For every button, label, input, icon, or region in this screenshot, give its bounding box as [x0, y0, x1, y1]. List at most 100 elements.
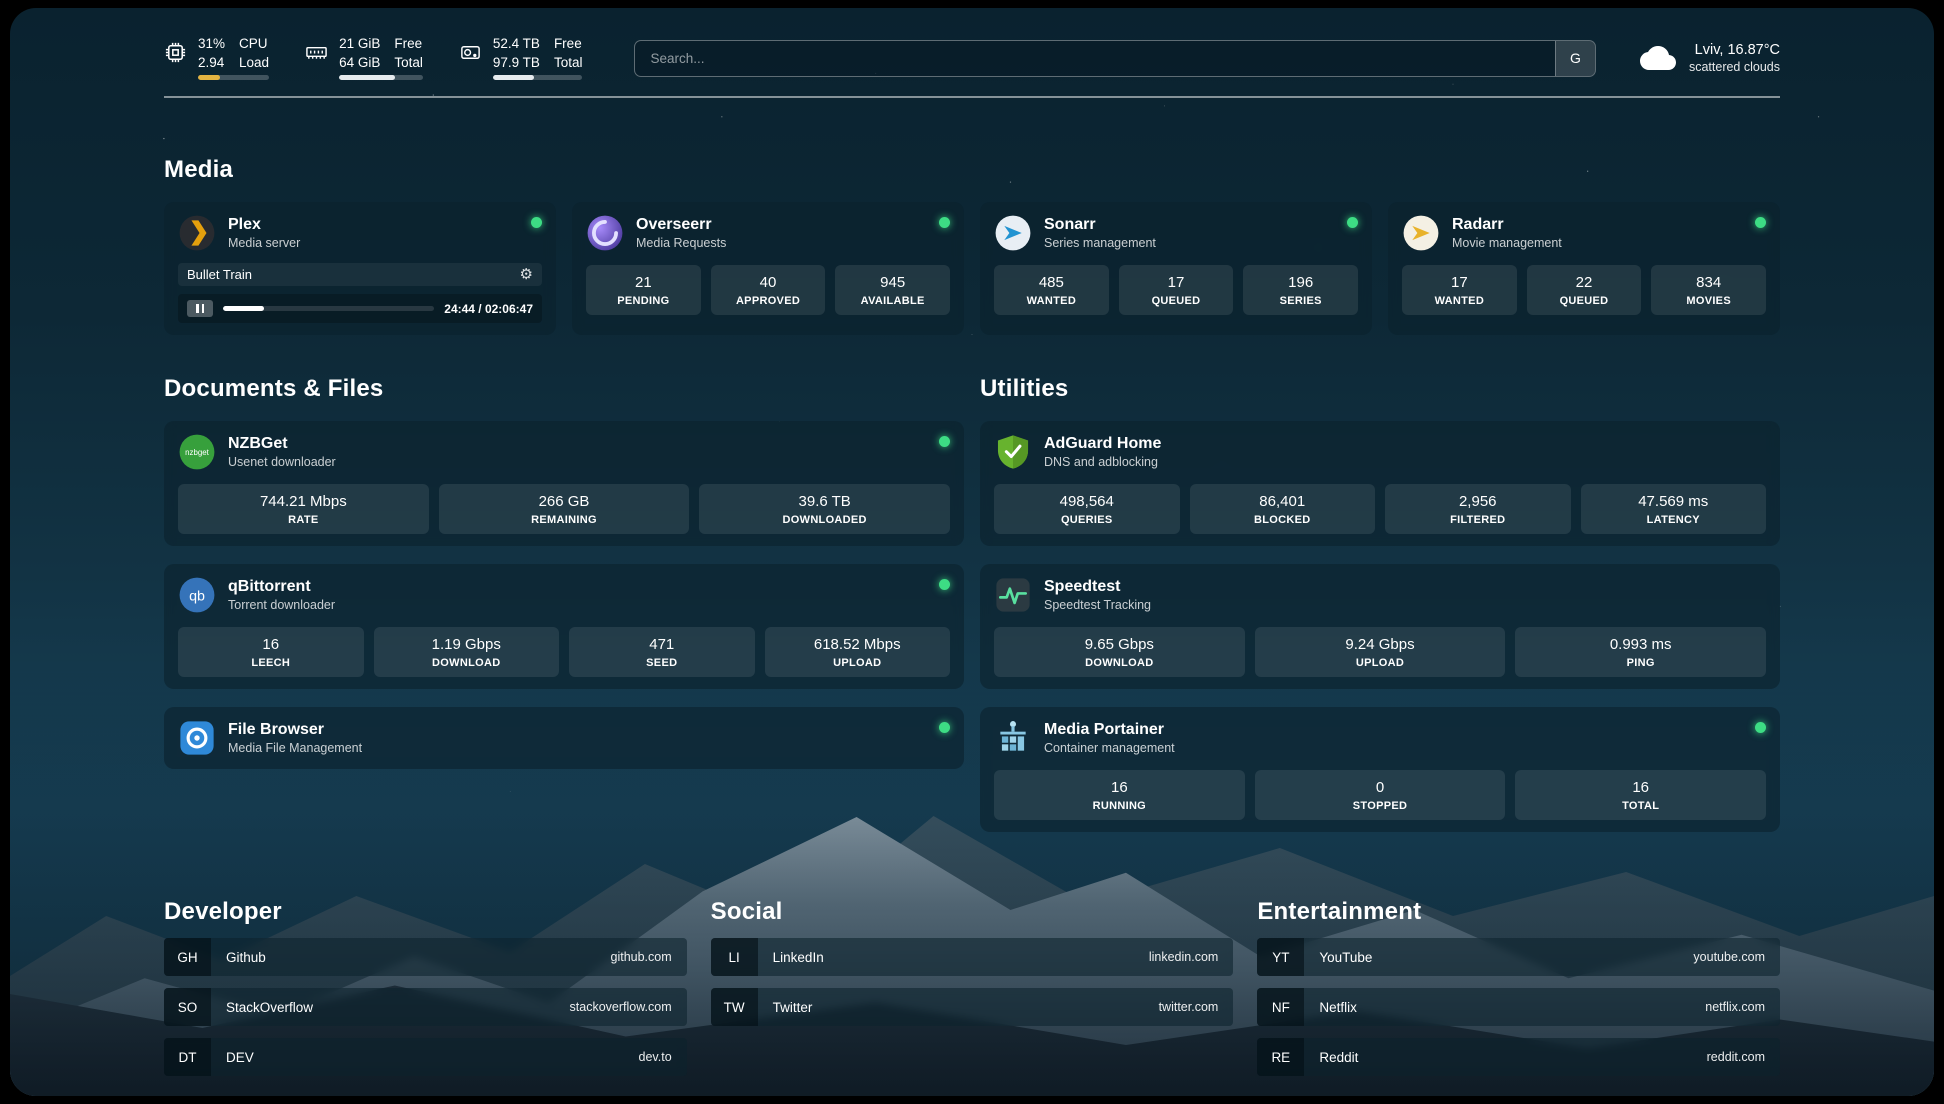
qbittorrent-app-link[interactable]: qb qBittorrent Torrent downloader [178, 576, 950, 614]
bookmark-url: stackoverflow.com [570, 1000, 687, 1014]
bookmark-abbr: DT [164, 1038, 211, 1076]
search-engine-button[interactable]: G [1555, 41, 1595, 76]
media-section-title: Media [164, 156, 1780, 184]
stat-pending: 21 PENDING [586, 265, 701, 315]
entertainment-section-title: Entertainment [1257, 898, 1780, 926]
adguard-app-link[interactable]: AdGuard Home DNS and adblocking [994, 433, 1766, 471]
social-section-title: Social [711, 898, 1234, 926]
section-media: Media Plex Media server [164, 156, 1780, 335]
app-subtitle: DNS and adblocking [1044, 455, 1766, 469]
cpu-percent: 31% [198, 36, 225, 52]
card-nzbget: nzbget NZBGet Usenet downloader 744.21 M… [164, 421, 964, 546]
gear-icon[interactable]: ⚙ [520, 267, 533, 282]
qbittorrent-icon: qb [178, 576, 216, 614]
bookmark-url: linkedin.com [1149, 950, 1233, 964]
cpu-progress-track [198, 75, 269, 80]
bookmark-dev[interactable]: DT DEV dev.to [164, 1038, 687, 1076]
ram-total-label: Total [394, 55, 423, 71]
app-name: Radarr [1452, 216, 1743, 234]
sonarr-app-link[interactable]: Sonarr Series management [994, 214, 1358, 252]
ram-free-value: 21 GiB [339, 36, 380, 52]
ram-progress-fill [339, 75, 395, 80]
bookmark-abbr: LI [711, 938, 758, 976]
card-portainer: Media Portainer Container management 16 … [980, 707, 1780, 832]
bookmark-abbr: NF [1257, 988, 1304, 1026]
bookmark-url: youtube.com [1693, 950, 1780, 964]
bookmark-name: DEV [211, 1050, 639, 1065]
plex-now-playing-title: Bullet Train [187, 267, 252, 282]
disk-progress-fill [493, 75, 534, 80]
stat-upload: 9.24 Gbps UPLOAD [1255, 627, 1506, 677]
speedtest-icon [994, 576, 1032, 614]
stat-movies: 834 MOVIES [1651, 265, 1766, 315]
bookmark-twitter[interactable]: TW Twitter twitter.com [711, 988, 1234, 1026]
bookmark-abbr: YT [1257, 938, 1304, 976]
bookmarks-entertainment: Entertainment YT YouTube youtube.com NF … [1257, 898, 1780, 1076]
stat-queries: 498,564 QUERIES [994, 484, 1180, 534]
card-sonarr: Sonarr Series management 485 WANTED 17 Q… [980, 202, 1372, 335]
radarr-icon [1402, 214, 1440, 252]
bookmark-url: twitter.com [1159, 1000, 1234, 1014]
app-name: Media Portainer [1044, 721, 1743, 739]
plex-progress-fill [223, 306, 264, 311]
bookmark-reddit[interactable]: RE Reddit reddit.com [1257, 1038, 1780, 1076]
weather-widget: Lviv, 16.87°C scattered clouds [1640, 42, 1780, 74]
radarr-app-link[interactable]: Radarr Movie management [1402, 214, 1766, 252]
pause-button[interactable] [187, 300, 213, 317]
bookmark-youtube[interactable]: YT YouTube youtube.com [1257, 938, 1780, 976]
cpu-load-label: Load [239, 55, 269, 71]
disk-icon [459, 41, 482, 64]
bookmark-name: Netflix [1304, 1000, 1705, 1015]
app-subtitle: Container management [1044, 741, 1743, 755]
filebrowser-app-link[interactable]: File Browser Media File Management [178, 719, 950, 757]
ram-icon [305, 41, 328, 64]
nzbget-app-link[interactable]: nzbget NZBGet Usenet downloader [178, 433, 950, 471]
portainer-app-link[interactable]: Media Portainer Container management [994, 719, 1766, 757]
weather-location: Lviv, 16.87°C [1689, 42, 1780, 58]
bookmark-name: YouTube [1304, 950, 1693, 965]
stat-download: 9.65 Gbps DOWNLOAD [994, 627, 1245, 677]
app-name: File Browser [228, 721, 927, 739]
plex-progress-track[interactable] [223, 306, 434, 311]
bookmark-url: netflix.com [1705, 1000, 1780, 1014]
plex-app-link[interactable]: Plex Media server [178, 214, 542, 252]
plex-player-bar: 24:44 / 02:06:47 [178, 294, 542, 323]
bookmark-linkedin[interactable]: LI LinkedIn linkedin.com [711, 938, 1234, 976]
cloud-icon [1640, 43, 1676, 73]
bookmarks-developer: Developer GH Github github.com SO StackO… [164, 898, 687, 1076]
svg-text:nzbget: nzbget [185, 448, 210, 457]
weather-condition: scattered clouds [1689, 60, 1780, 74]
adguard-icon [994, 433, 1032, 471]
bookmark-abbr: TW [711, 988, 758, 1026]
stat-wanted: 17 WANTED [1402, 265, 1517, 315]
status-dot-online [939, 722, 950, 733]
app-subtitle: Media File Management [228, 741, 927, 755]
disk-progress-track [493, 75, 583, 80]
app-subtitle: Media server [228, 236, 519, 250]
app-name: Overseerr [636, 216, 927, 234]
card-adguard: AdGuard Home DNS and adblocking 498,564 … [980, 421, 1780, 546]
bookmark-github[interactable]: GH Github github.com [164, 938, 687, 976]
search-bar: G [634, 40, 1596, 77]
search-input[interactable] [635, 41, 1555, 76]
status-dot-online [939, 579, 950, 590]
disk-widget: 52.4 TB 97.9 TB Free Total [459, 36, 583, 80]
card-radarr: Radarr Movie management 17 WANTED 22 QUE… [1388, 202, 1780, 335]
overseerr-app-link[interactable]: Overseerr Media Requests [586, 214, 950, 252]
ram-free-label: Free [394, 36, 423, 52]
status-dot-online [531, 217, 542, 228]
speedtest-app-link[interactable]: Speedtest Speedtest Tracking [994, 576, 1766, 614]
card-overseerr: Overseerr Media Requests 21 PENDING 40 A… [572, 202, 964, 335]
app-name: Plex [228, 216, 519, 234]
stat-filtered: 2,956 FILTERED [1385, 484, 1571, 534]
stat-remaining: 266 GB REMAINING [439, 484, 690, 534]
cpu-load-value: 2.94 [198, 55, 225, 71]
ram-total-value: 64 GiB [339, 55, 380, 71]
bookmark-abbr: GH [164, 938, 211, 976]
bookmark-netflix[interactable]: NF Netflix netflix.com [1257, 988, 1780, 1026]
stat-queued: 22 QUEUED [1527, 265, 1642, 315]
portainer-icon [994, 719, 1032, 757]
bookmark-stackoverflow[interactable]: SO StackOverflow stackoverflow.com [164, 988, 687, 1026]
stat-leech: 16 LEECH [178, 627, 364, 677]
stat-seed: 471 SEED [569, 627, 755, 677]
